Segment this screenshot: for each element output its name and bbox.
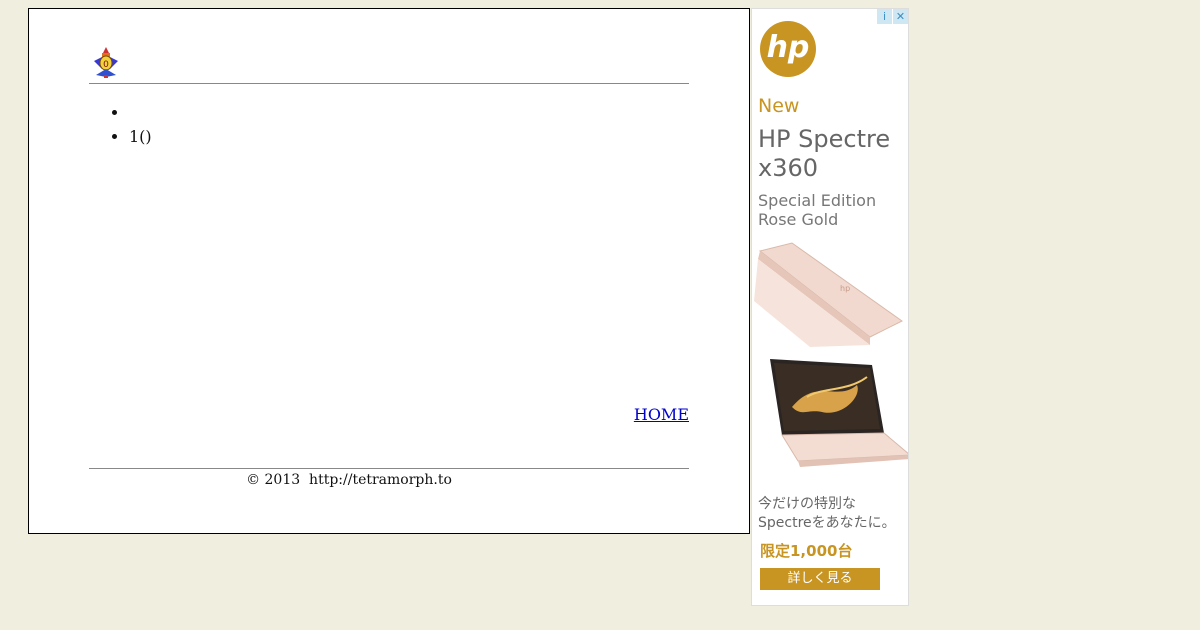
- advertisement-banner[interactable]: i ✕ hp New HP Spectre x360 Special Editi…: [751, 8, 909, 606]
- home-link[interactable]: HOME: [634, 405, 689, 424]
- list-item: [129, 101, 152, 125]
- ad-limit-label: 限定1,000台: [760, 542, 853, 560]
- ad-subtitle: Special Edition Rose Gold: [758, 191, 877, 229]
- laptop-closed-image: hp: [754, 242, 903, 347]
- laptop-open-image: [770, 359, 908, 467]
- svg-text:hp: hp: [840, 284, 850, 293]
- logo-icon: 0: [94, 47, 118, 78]
- content-list: 1(): [89, 101, 152, 149]
- ad-product-title: HP Spectre x360: [758, 125, 891, 182]
- main-content-panel: 0 1() HOME © 2013 http://tetramorph.to: [28, 8, 750, 534]
- footer-divider: [89, 468, 689, 469]
- svg-text:0: 0: [103, 60, 109, 70]
- ad-new-label: New: [758, 95, 800, 117]
- ad-details-button[interactable]: 詳しく見る: [760, 568, 880, 590]
- ad-promo-text: 今だけの特別な Spectreをあなたに。: [758, 496, 896, 531]
- footer-copyright: © 2013 http://tetramorph.to: [246, 472, 452, 488]
- ad-controls: i ✕: [876, 9, 908, 24]
- info-icon[interactable]: i: [877, 9, 892, 24]
- hp-logo: hp: [760, 21, 816, 77]
- header: 0: [89, 45, 689, 84]
- close-icon[interactable]: ✕: [893, 9, 908, 24]
- list-item: 1(): [129, 125, 152, 149]
